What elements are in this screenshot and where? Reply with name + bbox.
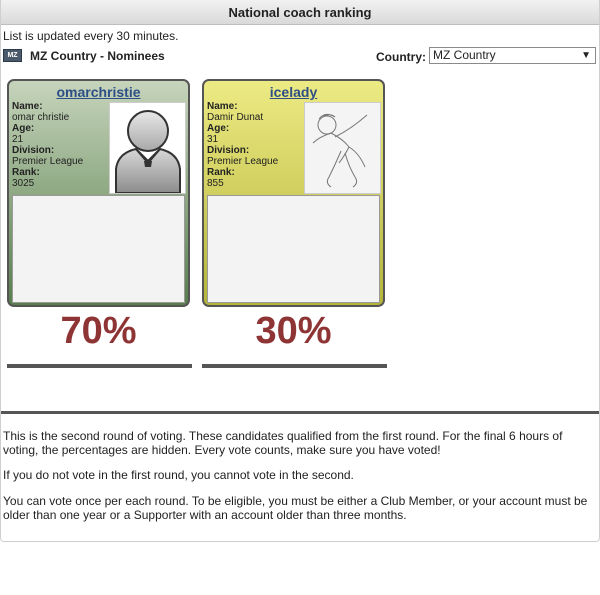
- vote-percentage: 30%: [255, 310, 332, 352]
- nominees-heading: MZ Country - Nominees: [30, 49, 165, 63]
- ranking-panel: National coach ranking List is updated e…: [0, 0, 600, 542]
- vote-percentage: 70%: [60, 310, 137, 352]
- vote-bar: [202, 364, 387, 368]
- default-avatar: [109, 102, 186, 194]
- vote-bar: [7, 364, 192, 368]
- nominee-info: Name: omar christie Age: 21 Division: Pr…: [12, 101, 83, 189]
- update-notice: List is updated every 30 minutes.: [3, 29, 179, 43]
- nominee-username-link[interactable]: omarchristie: [9, 84, 188, 100]
- rank-label: Rank:: [12, 167, 40, 178]
- nominee-rank: 855: [207, 178, 224, 189]
- info-paragraph: This is the second round of voting. Thes…: [3, 429, 563, 457]
- division-label: Division:: [12, 145, 55, 156]
- nominee-photo: [304, 102, 381, 194]
- name-label: Name:: [12, 101, 43, 112]
- nominee-rank: 3025: [12, 178, 35, 189]
- country-select-value: MZ Country: [433, 48, 496, 62]
- info-paragraph: If you do not vote in the first round, y…: [3, 468, 354, 482]
- nominee-card[interactable]: icelady Name: Damir Dunat Age: 31 Divisi…: [202, 79, 385, 307]
- info-paragraph: You can vote once per each round. To be …: [3, 494, 588, 522]
- section-divider: [1, 411, 599, 414]
- panel-title: National coach ranking: [1, 0, 599, 25]
- nominee-comment-box: [207, 195, 380, 303]
- person-silhouette-icon: [115, 110, 181, 193]
- nominee-age: 21: [12, 134, 24, 145]
- age-label: Age:: [12, 123, 35, 134]
- age-label: Age:: [207, 123, 230, 134]
- sketch-figure-image: [305, 103, 380, 193]
- nominee-age: 31: [207, 134, 219, 145]
- nominee-name: Damir Dunat: [207, 112, 264, 123]
- nominee-division: Premier League: [207, 156, 279, 167]
- nominee-name: omar christie: [12, 112, 70, 123]
- nominee-info: Name: Damir Dunat Age: 31 Division: Prem…: [207, 101, 278, 189]
- division-label: Division:: [207, 145, 250, 156]
- nominee-card[interactable]: omarchristie Name: omar christie Age: 21…: [7, 79, 190, 307]
- rank-label: Rank:: [207, 167, 235, 178]
- nominee-division: Premier League: [12, 156, 84, 167]
- dropdown-arrow-icon[interactable]: ▼: [581, 48, 591, 63]
- nominee-username-link[interactable]: icelady: [204, 84, 383, 100]
- nominee-comment-box: [12, 195, 185, 303]
- country-select[interactable]: MZ Country ▼: [429, 47, 596, 64]
- country-label: Country:: [376, 50, 426, 64]
- mz-flag-icon: MZ: [3, 49, 22, 62]
- name-label: Name:: [207, 101, 238, 112]
